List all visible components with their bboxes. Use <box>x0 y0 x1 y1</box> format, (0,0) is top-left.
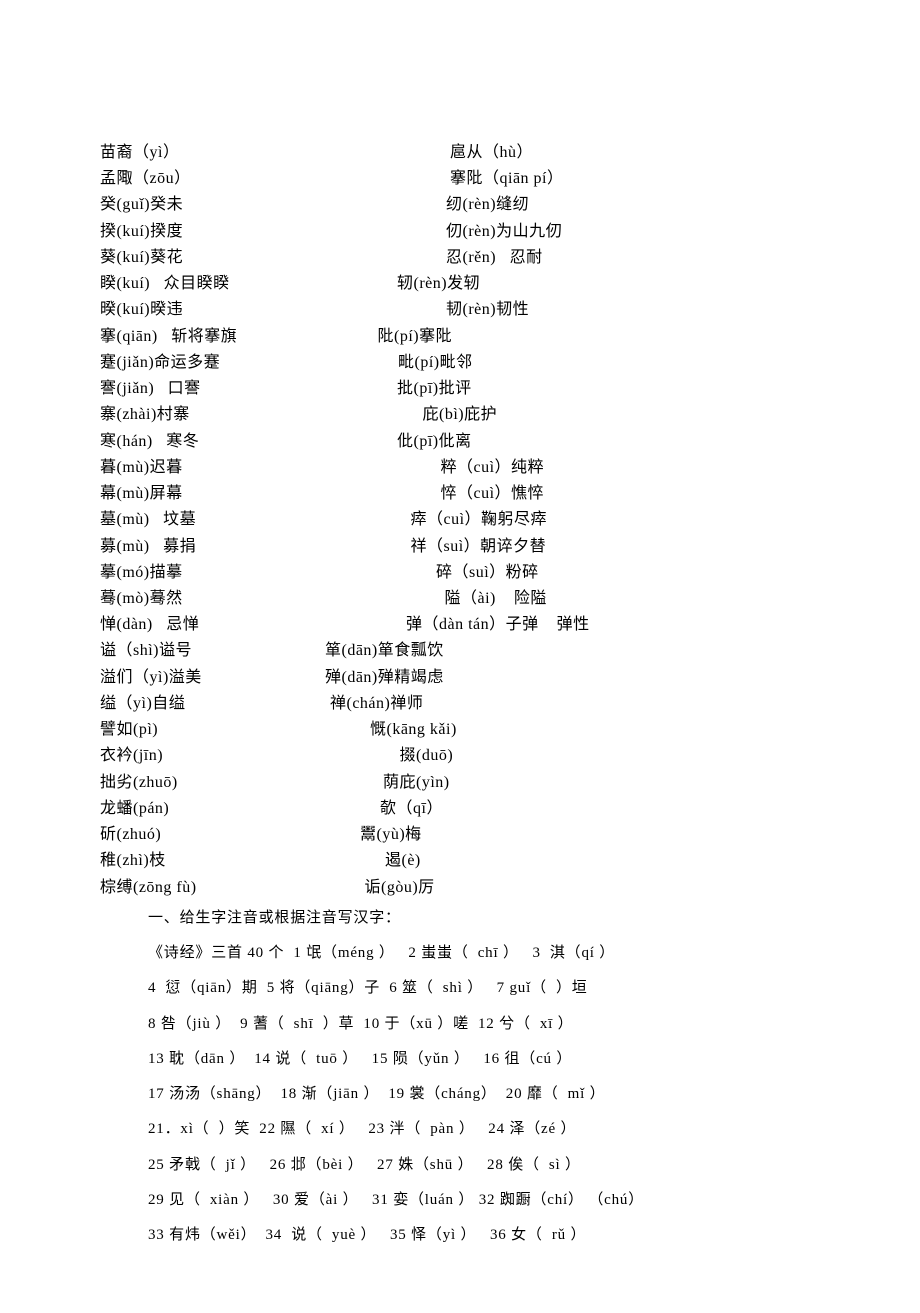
vocab-right: 悴（cuì）憔悴 <box>325 481 820 507</box>
vocab-row: 癸(guǐ)癸未 纫(rèn)缝纫 <box>100 192 820 218</box>
vocab-row: 衣衿(jīn) 掇(duō) <box>100 743 820 769</box>
vocab-left: 寨(zhài)村寨 <box>100 402 325 428</box>
vocab-row: 葵(kuí)葵花 忍(rěn) 忍耐 <box>100 245 820 271</box>
vocab-row: 寒(hán) 寒冬 仳(pī)仳离 <box>100 429 820 455</box>
vocab-right: 祥（suì）朝谇夕替 <box>325 534 820 560</box>
vocab-row: 谥（shì)谥号箪(dān)箪食瓢饮 <box>100 638 820 664</box>
vocab-row: 斫(zhuó)鬻(yù)梅 <box>100 822 820 848</box>
vocab-left: 寒(hán) 寒冬 <box>100 429 325 455</box>
vocab-row: 暌(kuí)暌违 韧(rèn)韧性 <box>100 297 820 323</box>
vocab-left: 摹(mó)描摹 <box>100 560 325 586</box>
section-title: 一、给生字注音或根据注音写汉字： <box>148 901 820 936</box>
vocab-row: 棕缚(zōng fù) 诟(gòu)厉 <box>100 875 820 901</box>
vocab-right: 殚(dān)殚精竭虑 <box>325 665 820 691</box>
vocab-left: 孟陬（zōu） <box>100 166 325 192</box>
vocab-right: 庇(bì)庇护 <box>325 402 820 428</box>
vocab-right: 纫(rèn)缝纫 <box>325 192 820 218</box>
vocab-left: 溢们（yì)溢美 <box>100 665 325 691</box>
vocab-left: 譬如(pì) <box>100 717 325 743</box>
vocab-right: 搴阰（qiān pí） <box>325 166 820 192</box>
exercise-line: 29 见（ xiàn ） 30 爱（ài ） 31 娈（luán ） 32 踟蹰… <box>148 1183 820 1218</box>
vocab-right: 弹（dàn tán）子弹 弹性 <box>325 612 820 638</box>
exercise-line: 21．xì（ ）笑 22 隰（ xí ） 23 泮（ pàn ） 24 泽（zé… <box>148 1112 820 1147</box>
vocab-row: 溢们（yì)溢美殚(dān)殚精竭虑 <box>100 665 820 691</box>
vocab-right: 粹（cuì）纯粹 <box>325 455 820 481</box>
vocab-left: 搴(qiān) 斩将搴旗 <box>100 324 325 350</box>
vocab-row: 揆(kuí)揆度 仞(rèn)为山九仞 <box>100 219 820 245</box>
vocab-right: 韧(rèn)韧性 <box>325 297 820 323</box>
vocab-left: 募(mù) 募捐 <box>100 534 325 560</box>
exercise-line: 25 矛戟（ jǐ ） 26 邶（bèi ） 27 姝（shū ） 28 俟（ … <box>148 1148 820 1183</box>
vocab-right: 阰(pí)搴阰 <box>325 324 820 350</box>
vocab-row: 幕(mù)屏幕 悴（cuì）憔悴 <box>100 481 820 507</box>
vocab-right: 瘁（cuì）鞠躬尽瘁 <box>325 507 820 533</box>
vocab-left: 蹇(jiǎn)命运多蹇 <box>100 350 325 376</box>
vocab-row: 孟陬（zōu）搴阰（qiān pí） <box>100 166 820 192</box>
vocab-left: 谥（shì)谥号 <box>100 638 325 664</box>
exercise-line: 《诗经》三首 40 个 1 氓（méng ） 2 蚩蚩（ chī ） 3 淇（q… <box>148 936 820 971</box>
vocab-left: 惮(dàn) 忌惮 <box>100 612 325 638</box>
vocab-right: 荫庇(yìn) <box>325 770 820 796</box>
vocab-left: 拙劣(zhuō) <box>100 770 325 796</box>
vocab-left: 衣衿(jīn) <box>100 743 325 769</box>
vocab-left: 癸(guǐ)癸未 <box>100 192 325 218</box>
vocab-left: 稚(zhì)枝 <box>100 848 325 874</box>
vocab-left: 墓(mù) 坟墓 <box>100 507 325 533</box>
vocab-right: 箪(dān)箪食瓢饮 <box>325 638 820 664</box>
vocab-left: 睽(kuí) 众目睽睽 <box>100 271 325 297</box>
vocab-right: 忍(rěn) 忍耐 <box>325 245 820 271</box>
vocab-left: 龙蟠(pán) <box>100 796 325 822</box>
vocab-row: 謇(jiǎn) 口謇 批(pī)批评 <box>100 376 820 402</box>
vocab-right: 欹（qī） <box>325 796 820 822</box>
vocab-right: 碎（suì）粉碎 <box>325 560 820 586</box>
vocab-row: 苗裔（yì）扈从（hù） <box>100 140 820 166</box>
vocab-left: 苗裔（yì） <box>100 140 325 166</box>
vocab-row: 墓(mù) 坟墓 瘁（cuì）鞠躬尽瘁 <box>100 507 820 533</box>
vocab-row: 摹(mó)描摹 碎（suì）粉碎 <box>100 560 820 586</box>
vocab-row: 龙蟠(pán)欹（qī） <box>100 796 820 822</box>
vocab-left: 暮(mù)迟暮 <box>100 455 325 481</box>
vocab-right: 毗(pí)毗邻 <box>325 350 820 376</box>
exercise-line: 13 耽（dān ） 14 说（ tuō ） 15 陨（yǔn ） 16 徂（c… <box>148 1042 820 1077</box>
vocab-left: 幕(mù)屏幕 <box>100 481 325 507</box>
vocab-right: 隘（ài) 险隘 <box>325 586 820 612</box>
vocab-row: 睽(kuí) 众目睽睽 轫(rèn)发轫 <box>100 271 820 297</box>
vocab-right: 禅(chán)禅师 <box>325 691 820 717</box>
vocab-left: 葵(kuí)葵花 <box>100 245 325 271</box>
vocab-row: 稚(zhì)枝遏(è) <box>100 848 820 874</box>
vocab-row: 募(mù) 募捐 祥（suì）朝谇夕替 <box>100 534 820 560</box>
vocab-right: 掇(duō) <box>325 743 820 769</box>
vocab-row: 惮(dàn) 忌惮 弹（dàn tán）子弹 弹性 <box>100 612 820 638</box>
vocab-row: 譬如(pì)慨(kāng kǎi) <box>100 717 820 743</box>
vocab-right: 仳(pī)仳离 <box>325 429 820 455</box>
vocab-left: 缢（yì)自缢 <box>100 691 325 717</box>
vocab-row: 拙劣(zhuō) 荫庇(yìn) <box>100 770 820 796</box>
vocab-right: 批(pī)批评 <box>325 376 820 402</box>
vocab-row: 搴(qiān) 斩将搴旗 阰(pí)搴阰 <box>100 324 820 350</box>
vocab-row: 蹇(jiǎn)命运多蹇 毗(pí)毗邻 <box>100 350 820 376</box>
vocab-right: 鬻(yù)梅 <box>325 822 820 848</box>
vocab-right: 轫(rèn)发轫 <box>325 271 820 297</box>
vocab-right: 遏(è) <box>325 848 820 874</box>
vocab-right: 慨(kāng kǎi) <box>325 717 820 743</box>
vocab-row: 寨(zhài)村寨 庇(bì)庇护 <box>100 402 820 428</box>
vocab-right: 扈从（hù） <box>325 140 820 166</box>
exercise-line: 17 汤汤（shāng） 18 渐（jiān ） 19 裳（cháng） 20 … <box>148 1077 820 1112</box>
vocab-left: 蓦(mò)蓦然 <box>100 586 325 612</box>
vocab-left: 棕缚(zōng fù) <box>100 875 325 901</box>
vocab-row: 蓦(mò)蓦然 隘（ài) 险隘 <box>100 586 820 612</box>
vocab-left: 謇(jiǎn) 口謇 <box>100 376 325 402</box>
exercise-line: 4 愆（qiān）期 5 将（qiāng）子 6 筮（ shì ） 7 guǐ（… <box>148 971 820 1006</box>
vocab-left: 揆(kuí)揆度 <box>100 219 325 245</box>
vocab-row: 缢（yì)自缢禅(chán)禅师 <box>100 691 820 717</box>
vocab-row: 暮(mù)迟暮 粹（cuì）纯粹 <box>100 455 820 481</box>
vocab-left: 暌(kuí)暌违 <box>100 297 325 323</box>
exercise-line: 33 有炜（wěi） 34 说（ yuè ） 35 怿（yì ） 36 女（ r… <box>148 1218 820 1253</box>
vocab-left: 斫(zhuó) <box>100 822 325 848</box>
exercise-line: 8 咎（jiù ） 9 蓍（ shī ）草 10 于（xū ）嗟 12 兮（ x… <box>148 1007 820 1042</box>
vocab-right: 诟(gòu)厉 <box>325 875 820 901</box>
vocab-right: 仞(rèn)为山九仞 <box>325 219 820 245</box>
